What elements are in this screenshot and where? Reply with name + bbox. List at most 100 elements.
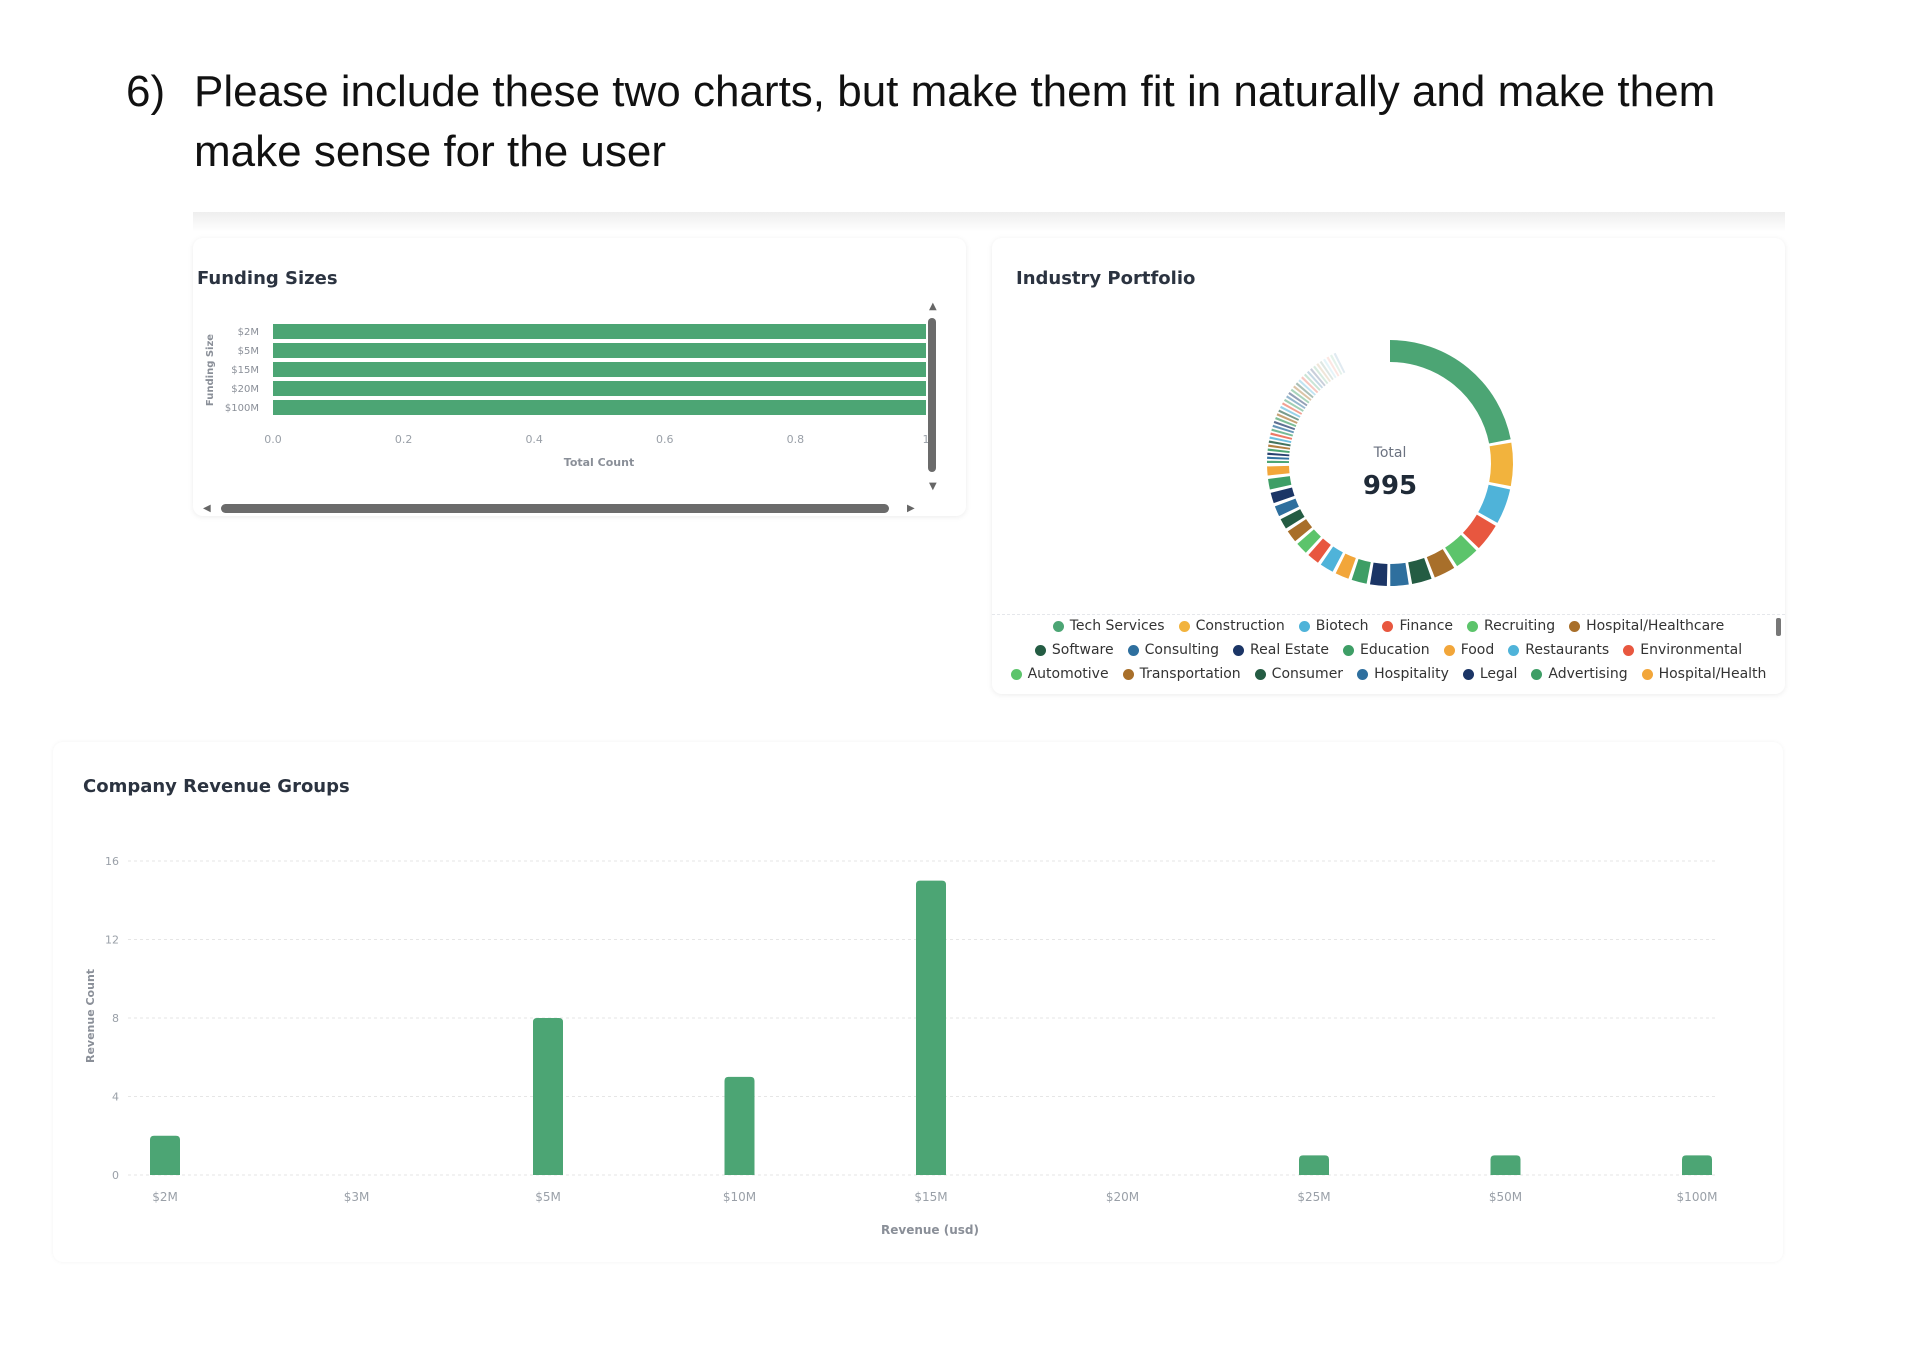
donut-slice [1280, 405, 1301, 418]
revenue-ytick-label: 8 [112, 1012, 119, 1025]
scroll-down-arrow-icon[interactable]: ▼ [929, 482, 937, 492]
funding-bar [273, 362, 926, 377]
revenue-bar [1682, 1155, 1712, 1175]
legend-label: Biotech [1315, 618, 1369, 634]
legend-item[interactable]: Automotive [1010, 666, 1109, 682]
donut-slice [1444, 534, 1477, 567]
legend-item[interactable]: Advertising [1531, 666, 1628, 682]
donut-slice [1426, 549, 1455, 578]
donut-slice [1267, 465, 1290, 476]
legend-item[interactable]: Environmental [1623, 642, 1742, 658]
scroll-left-arrow-icon[interactable]: ◀ [203, 504, 211, 514]
legend-item[interactable]: Consulting [1127, 642, 1219, 658]
legend-label: Automotive [1027, 666, 1109, 682]
legend-dot-icon [1034, 644, 1046, 656]
donut-slice [1329, 354, 1343, 375]
revenue-xaxis-label: Revenue (usd) [881, 1223, 979, 1237]
legend-item[interactable]: Transportation [1122, 666, 1241, 682]
legend-item[interactable]: Consumer [1254, 666, 1344, 682]
legend-row: Tech Services Construction Biotech Finance R… [992, 618, 1785, 634]
funding-ytick-label: $15M [231, 365, 259, 376]
funding-xtick-label: 0.8 [787, 433, 805, 446]
donut-slice [1287, 519, 1313, 542]
donut-slice [1320, 546, 1344, 572]
legend-label: Software [1051, 642, 1114, 658]
legend-item[interactable]: Hospital/Health [1641, 666, 1767, 682]
legend-dot-icon [1127, 644, 1139, 656]
legend-label: Consumer [1271, 666, 1344, 682]
funding-sizes-chart: $2M$5M$15M$20M$100M0.0 0.2 0.4 0.6 0.8 1Total… [205, 324, 930, 469]
legend-item[interactable]: Education [1342, 642, 1430, 658]
donut-slice [1293, 385, 1312, 401]
donut-slice [1272, 424, 1295, 434]
donut-slice [1316, 363, 1332, 383]
funding-sizes-card: Funding Sizes $2M $5M $15M $20M $100M 0.0 0.2 0… [193, 238, 966, 516]
legend-item[interactable]: Restaurants [1508, 642, 1609, 658]
donut-slice [1290, 388, 1310, 404]
revenue-xtick-label: $10M [723, 1190, 756, 1204]
legend-item[interactable]: Hospital/Healthcare [1569, 618, 1724, 634]
revenue-ytick-label: 16 [105, 855, 119, 868]
donut-slice [1301, 376, 1319, 394]
legend-item[interactable]: Real Estate [1233, 642, 1329, 658]
legend-label: Hospital/Healthcare [1586, 618, 1725, 634]
legend-dot-icon [1298, 620, 1310, 632]
legend-row: Software Consulting Real Estate Education Fo… [992, 642, 1785, 658]
revenue-yaxis-label: Revenue Count [84, 969, 97, 1063]
legend-label: Real Estate [1250, 642, 1329, 658]
legend-item[interactable]: Recruiting [1467, 618, 1555, 634]
dashboard-top-strip [193, 212, 1785, 232]
legend-dot-icon [1508, 644, 1520, 656]
funding-xtick-label: 0.4 [525, 433, 543, 446]
legend-label: Construction [1195, 618, 1285, 634]
funding-xtick-label: 0.6 [656, 433, 674, 446]
donut-slice [1297, 529, 1321, 553]
legend-label: Finance [1399, 618, 1454, 634]
legend-item[interactable]: Tech Services [1052, 618, 1165, 634]
legend-dot-icon [1233, 644, 1245, 656]
donut-slice [1369, 562, 1388, 586]
legend-item[interactable]: Biotech [1298, 618, 1369, 634]
donut-slice [1313, 365, 1329, 385]
donut-slice [1309, 368, 1326, 387]
donut-slice [1271, 428, 1294, 437]
donut-slice [1319, 360, 1334, 381]
donut-slice [1323, 358, 1337, 379]
vertical-scrollbar[interactable] [928, 318, 936, 472]
legend-dot-icon [1342, 644, 1354, 656]
horizontal-scrollbar[interactable] [221, 504, 889, 513]
scroll-up-arrow-icon[interactable]: ▲ [929, 302, 937, 312]
revenue-xtick-label: $25M [1297, 1190, 1330, 1204]
legend-label: Legal [1479, 666, 1518, 682]
legend-item[interactable]: Legal [1462, 666, 1518, 682]
legend-item[interactable]: Software [1034, 642, 1114, 658]
legend-label: Hospital/Health [1658, 666, 1767, 682]
donut-slice [1462, 514, 1496, 549]
scroll-right-arrow-icon[interactable]: ▶ [907, 504, 915, 514]
legend-item[interactable]: Food [1443, 642, 1494, 658]
legend-scrollbar[interactable] [1776, 618, 1781, 636]
donut-slice [1478, 484, 1511, 523]
revenue-xtick-label: $2M [152, 1190, 178, 1204]
legend-dot-icon [1178, 620, 1190, 632]
legend-dot-icon [1462, 668, 1474, 680]
instruction-text: Please include these two charts, but mak… [194, 67, 1716, 176]
legend-item[interactable]: Hospitality [1357, 666, 1449, 682]
funding-ytick-label: $100M [225, 403, 259, 414]
legend-item[interactable]: Construction [1178, 618, 1285, 634]
legend-dot-icon [1443, 644, 1455, 656]
donut-slice [1276, 413, 1298, 424]
legend-dot-icon [1010, 668, 1022, 680]
legend-item[interactable]: Finance [1382, 618, 1453, 634]
industry-donut-chart: Total 995 [1267, 340, 1513, 586]
funding-ytick-label: $5M [238, 346, 259, 357]
revenue-ytick-label: 0 [112, 1169, 119, 1182]
donut-slice [1295, 382, 1314, 399]
donut-slice [1390, 562, 1409, 586]
donut-slice [1489, 442, 1513, 487]
revenue-bar [1299, 1155, 1329, 1175]
revenue-xtick-label: $3M [344, 1190, 370, 1204]
donut-center-value: 995 [1363, 471, 1417, 501]
donut-slice [1326, 356, 1340, 377]
legend-label: Education [1359, 642, 1430, 658]
